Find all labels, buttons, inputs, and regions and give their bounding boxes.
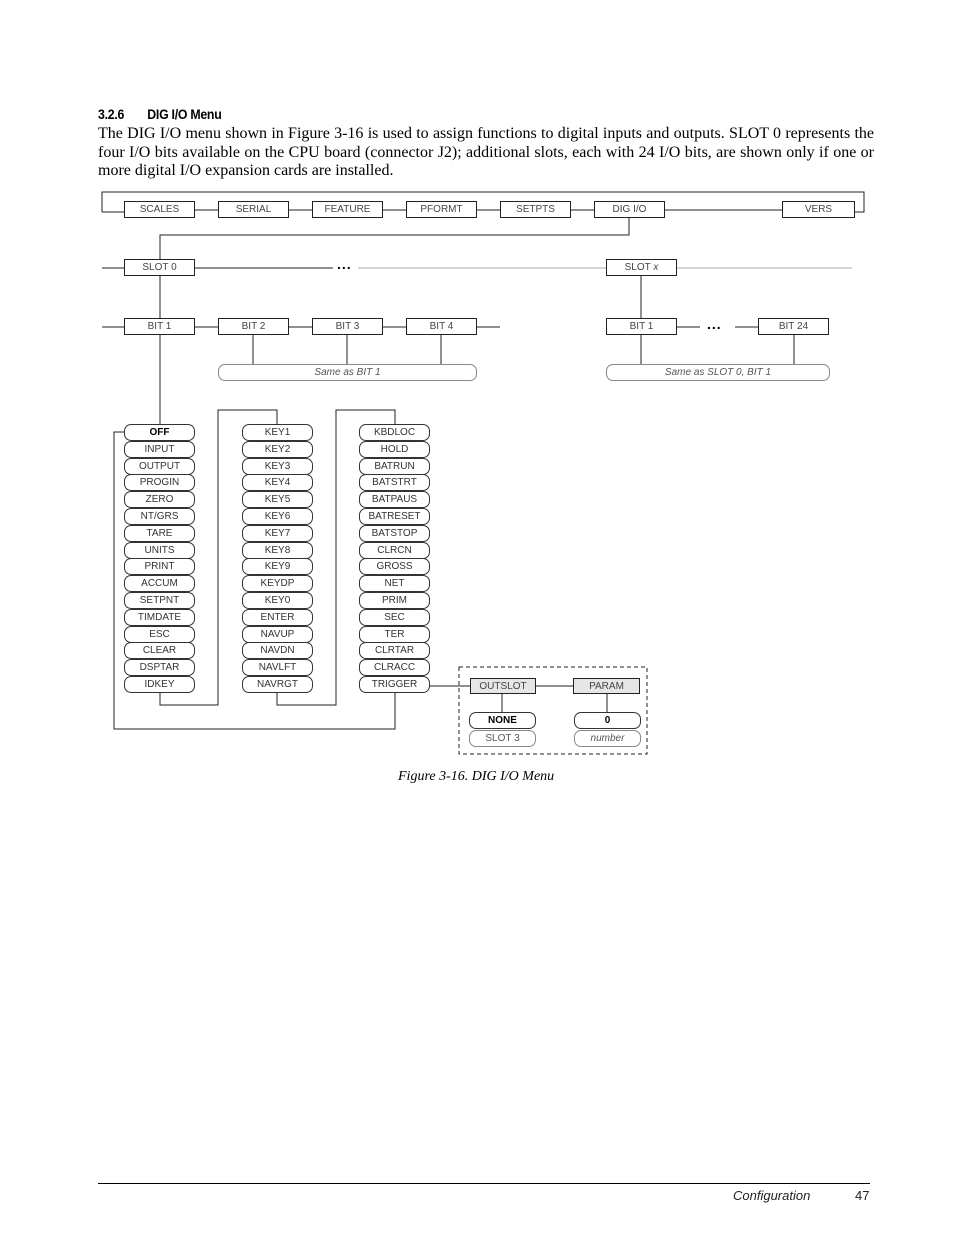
- function-option: KEY6: [242, 508, 313, 525]
- function-option: CLRACC: [359, 659, 430, 677]
- function-option: KEY8: [242, 541, 313, 559]
- slotx-bit-1: BIT 1: [606, 318, 677, 335]
- slot-ellipsis: ...: [337, 256, 352, 272]
- function-option: KEY5: [242, 491, 313, 509]
- menu-vers: VERS: [782, 201, 855, 218]
- slotx-same-as-note: Same as SLOT 0, BIT 1: [606, 364, 830, 381]
- slot-0: SLOT 0: [124, 259, 195, 276]
- param-param: PARAM: [573, 678, 640, 694]
- bit-ellipsis: ...: [707, 316, 722, 332]
- function-option: TARE: [124, 524, 195, 542]
- function-option: ENTER: [242, 608, 313, 626]
- slot-x-prefix: SLOT: [624, 262, 654, 273]
- footer-section: Configuration: [733, 1188, 811, 1203]
- menu-scales: SCALES: [124, 201, 195, 218]
- function-option: GROSS: [359, 558, 430, 576]
- page-number: 47: [855, 1188, 870, 1203]
- menu-dig-io: DIG I/O: [594, 201, 665, 218]
- function-option: IDKEY: [124, 676, 195, 693]
- function-option: BATPAUS: [359, 491, 430, 509]
- function-option: NET: [359, 575, 430, 593]
- outslot-param: OUTSLOT: [470, 678, 536, 694]
- param-option-number: number: [574, 730, 641, 747]
- function-option: BATRUN: [359, 457, 430, 475]
- function-option: TER: [359, 625, 430, 643]
- figure-caption: Figure 3-16. DIG I/O Menu: [398, 769, 555, 784]
- function-option: TIMDATE: [124, 608, 195, 626]
- function-option: KEY2: [242, 440, 313, 458]
- function-option: KEY9: [242, 558, 313, 576]
- function-option: PROGIN: [124, 474, 195, 492]
- function-option: KEY1: [242, 424, 313, 441]
- function-option: OFF: [124, 424, 195, 441]
- function-option: ESC: [124, 625, 195, 643]
- function-option: NAVLFT: [242, 659, 313, 677]
- function-option: PRIM: [359, 592, 430, 609]
- function-option: BATSTRT: [359, 474, 430, 492]
- outslot-option-slot3: SLOT 3: [469, 730, 536, 747]
- function-option: CLEAR: [124, 642, 195, 660]
- menu-feature: FEATURE: [312, 201, 383, 218]
- function-option: KEY4: [242, 474, 313, 492]
- function-option: KEYDP: [242, 575, 313, 593]
- slotx-bit-24: BIT 24: [758, 318, 829, 335]
- menu-pformt: PFORMT: [406, 201, 477, 218]
- function-option: NT/GRS: [124, 508, 195, 525]
- function-option: INPUT: [124, 440, 195, 458]
- menu-setpts: SETPTS: [500, 201, 571, 218]
- function-option: DSPTAR: [124, 659, 195, 677]
- function-option: NAVUP: [242, 625, 313, 643]
- function-option: BATRESET: [359, 508, 430, 525]
- function-option: KEY3: [242, 457, 313, 475]
- menu-serial: SERIAL: [218, 201, 289, 218]
- function-option: NAVRGT: [242, 676, 313, 693]
- slot0-bit-2: BIT 2: [218, 318, 289, 335]
- slot-x: SLOT x: [606, 259, 677, 276]
- outslot-option-none: NONE: [469, 712, 536, 729]
- function-option: NAVDN: [242, 642, 313, 660]
- footer-rule: [98, 1183, 870, 1184]
- function-option: OUTPUT: [124, 457, 195, 475]
- function-option: BATSTOP: [359, 524, 430, 542]
- function-option: KEY7: [242, 524, 313, 542]
- function-option: ACCUM: [124, 575, 195, 593]
- function-option: SETPNT: [124, 592, 195, 609]
- function-option: SEC: [359, 608, 430, 626]
- function-option: TRIGGER: [359, 676, 430, 693]
- slot-x-var: x: [653, 262, 659, 273]
- function-option: UNITS: [124, 541, 195, 559]
- param-option-0: 0: [574, 712, 641, 729]
- function-option: ZERO: [124, 491, 195, 509]
- function-option: PRINT: [124, 558, 195, 576]
- slot0-bit-1: BIT 1: [124, 318, 195, 335]
- slot0-same-as-note: Same as BIT 1: [218, 364, 477, 381]
- function-option: CLRCN: [359, 541, 430, 559]
- function-option: CLRTAR: [359, 642, 430, 660]
- slot0-bit-4: BIT 4: [406, 318, 477, 335]
- function-option: HOLD: [359, 440, 430, 458]
- function-option: KBDLOC: [359, 424, 430, 441]
- function-option: KEY0: [242, 592, 313, 609]
- slot0-bit-3: BIT 3: [312, 318, 383, 335]
